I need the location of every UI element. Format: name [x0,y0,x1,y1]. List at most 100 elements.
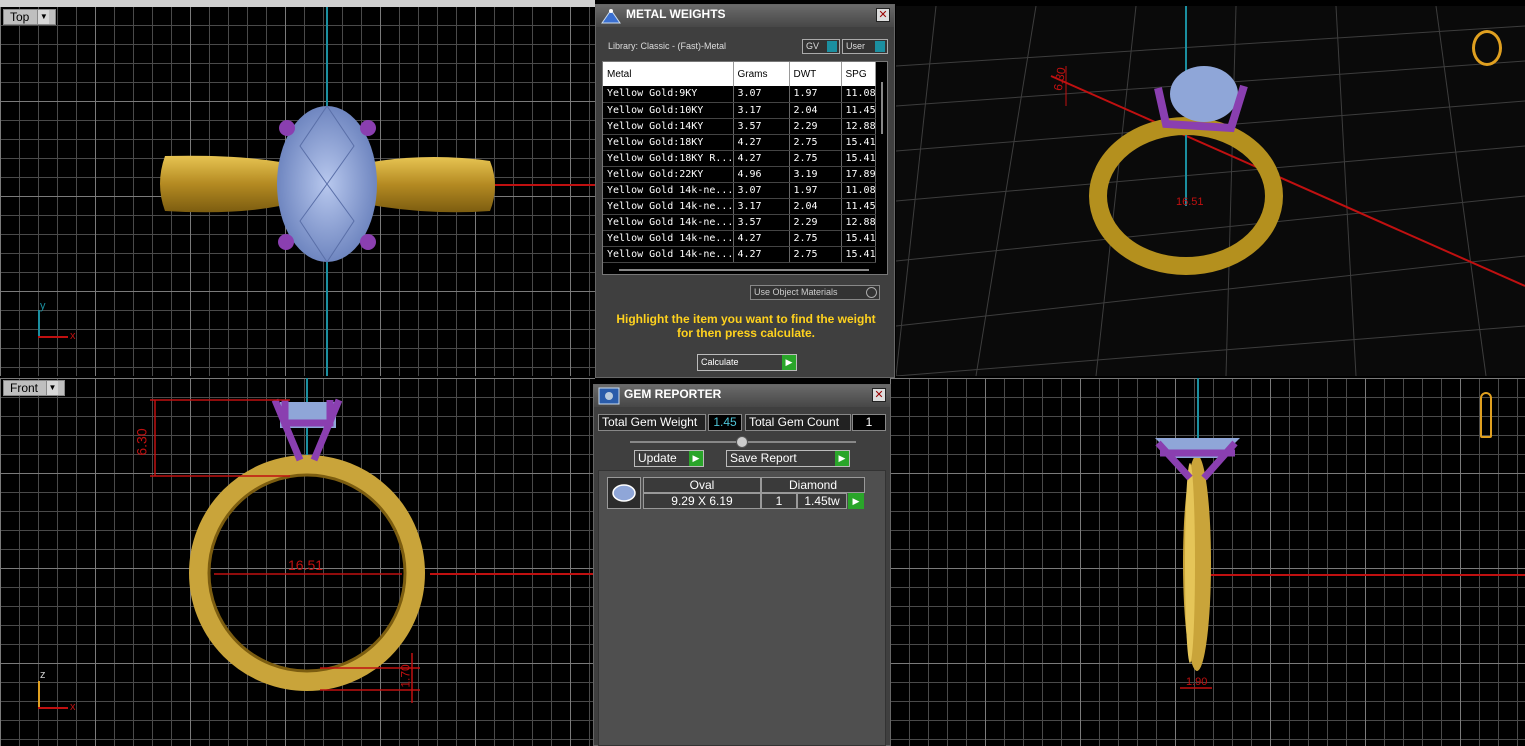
viewport-top-label[interactable]: Top ▼ [3,9,57,25]
play-icon: ▶ [782,355,796,370]
calculate-button[interactable]: Calculate ▶ [697,354,797,371]
library-label: Library: Classic - (Fast)-Metal [608,41,727,51]
chevron-down-icon[interactable]: ▼ [46,381,59,395]
metal-weights-titlebar[interactable]: METAL WEIGHTS [596,5,894,27]
oval-gem-icon [607,477,641,509]
zoom-slider[interactable] [630,436,856,448]
table-cell: Yellow Gold:14KY [603,118,734,135]
table-cell: 15.41 [841,230,876,247]
gem-reporter-panel: GEM REPORTER ✕ Total Gem Weight 1.45 Tot… [593,384,891,746]
column-header-spg[interactable]: SPG [841,62,876,86]
column-header-grams[interactable]: Grams [733,62,790,86]
ring-top-view [160,105,495,263]
table-row[interactable]: Yellow Gold:18KY 4.27 2.75 15.41 [603,134,876,151]
table-cell: 3.17 [733,198,790,215]
chevron-down-icon[interactable]: ▼ [37,10,50,24]
gem-cell: 1 [761,493,797,509]
table-cell: 12.88 [841,118,876,135]
table-cell: Yellow Gold:9KY [603,86,734,103]
gem-cell: 1.45tw [797,493,847,509]
play-icon: ▶ [835,451,849,466]
table-cell: 2.29 [789,214,842,231]
table-cell: 2.75 [789,246,842,263]
update-button[interactable]: Update ▶ [634,450,704,467]
gv-toggle[interactable]: GV [802,39,840,54]
save-report-button[interactable]: Save Report ▶ [726,450,850,467]
axis-gizmo: y x [38,300,76,342]
table-cell: 11.08 [841,86,876,103]
ring-icon[interactable] [1472,30,1502,66]
table-cell: 2.29 [789,118,842,135]
gem-list: Oval Diamond 9.29 X 6.19 1 1.45tw ▶ [598,470,886,746]
instruction-text: Highlight the item you want to find the … [616,312,876,340]
close-icon[interactable]: ✕ [872,388,886,402]
table-row[interactable]: Yellow Gold:18KY R... 4.27 2.75 15.41 [603,150,876,167]
gem-cell: Diamond [761,477,865,493]
viewport-front[interactable]: 6.30 16.51 1.70 z x [0,378,595,746]
table-cell: 15.41 [841,246,876,263]
table-row[interactable]: Yellow Gold 14k-ne... 3.07 1.97 11.08 [603,182,876,199]
viewport-side[interactable]: 1.90 [890,378,1525,746]
column-header-metal[interactable]: Metal [603,62,734,86]
table-cell: 2.04 [789,102,842,119]
table-cell: 1.97 [789,86,842,103]
viewport-top[interactable]: y x [0,6,595,376]
table-row[interactable]: Yellow Gold 14k-ne... 4.27 2.75 15.41 [603,246,876,263]
table-cell: Yellow Gold 14k-ne... [603,246,734,263]
table-cell: 4.27 [733,150,790,167]
gem-reporter-titlebar[interactable]: GEM REPORTER [594,385,890,407]
column-header-dwt[interactable]: DWT [789,62,842,86]
gem-cell: 9.29 X 6.19 [643,493,761,509]
table-cell: 2.75 [789,134,842,151]
table-cell: 2.75 [789,150,842,167]
table-cell: 11.45 [841,102,876,119]
horizontal-scrollbar[interactable] [619,269,869,271]
table-cell: 3.17 [733,102,790,119]
table-cell: 12.88 [841,214,876,231]
tab-strip [0,0,595,7]
gem-row[interactable]: Oval Diamond 9.29 X 6.19 1 1.45tw ▶ [603,477,885,509]
pendant-icon[interactable] [1480,392,1492,438]
table-cell: 1.97 [789,182,842,199]
ring-side-view [1155,438,1240,689]
perspective-grid [896,6,1525,376]
play-icon: ▶ [689,451,703,466]
vertical-scrollbar[interactable] [881,82,883,134]
gem-report-icon [598,387,620,405]
total-gem-count-label: Total Gem Count [745,414,851,431]
table-row[interactable]: Yellow Gold:10KY 3.17 2.04 11.45 [603,102,876,119]
table-cell: Yellow Gold 14k-ne... [603,182,734,199]
table-cell: Yellow Gold:10KY [603,102,734,119]
slider-handle[interactable] [736,436,748,448]
total-gem-count-value: 1 [852,414,886,431]
table-row[interactable]: Yellow Gold:22KY 4.96 3.19 17.89 [603,166,876,183]
table-cell: 4.27 [733,230,790,247]
table-cell: 15.41 [841,150,876,167]
table-row[interactable]: Yellow Gold:9KY 3.07 1.97 11.08 [603,86,876,103]
table-cell: 4.27 [733,246,790,263]
table-cell: 3.19 [789,166,842,183]
table-cell: 3.57 [733,214,790,231]
table-cell: 4.27 [733,134,790,151]
table-row[interactable]: Yellow Gold 14k-ne... 3.57 2.29 12.88 [603,214,876,231]
gem-cell: Oval [643,477,761,493]
metal-weights-panel: METAL WEIGHTS ✕ Library: Classic - (Fast… [595,4,895,378]
user-toggle[interactable]: User [842,39,888,54]
metal-table: Metal Grams DWT SPG Yellow Gold:9KY 3.07 1.97… [603,62,876,263]
viewport-perspective[interactable]: 6.30 16.51 [896,6,1525,376]
total-gem-weight-label: Total Gem Weight [598,414,706,431]
axis-gizmo: z x [38,669,76,713]
table-cell: 17.89 [841,166,876,183]
viewport-front-label[interactable]: Front ▼ [3,380,66,396]
table-cell: 15.41 [841,134,876,151]
table-row[interactable]: Yellow Gold:14KY 3.57 2.29 12.88 [603,118,876,135]
table-cell: 2.75 [789,230,842,247]
table-cell: Yellow Gold:18KY [603,134,734,151]
close-icon[interactable]: ✕ [876,8,890,22]
table-cell: Yellow Gold 14k-ne... [603,230,734,247]
use-object-materials-toggle[interactable]: Use Object Materials [750,285,880,300]
table-row[interactable]: Yellow Gold 14k-ne... 4.27 2.75 15.41 [603,230,876,247]
play-icon[interactable]: ▶ [848,493,864,509]
metal-table-container[interactable]: Metal Grams DWT SPG Yellow Gold:9KY 3.07 1.97… [602,61,888,275]
table-row[interactable]: Yellow Gold 14k-ne... 3.17 2.04 11.45 [603,198,876,215]
